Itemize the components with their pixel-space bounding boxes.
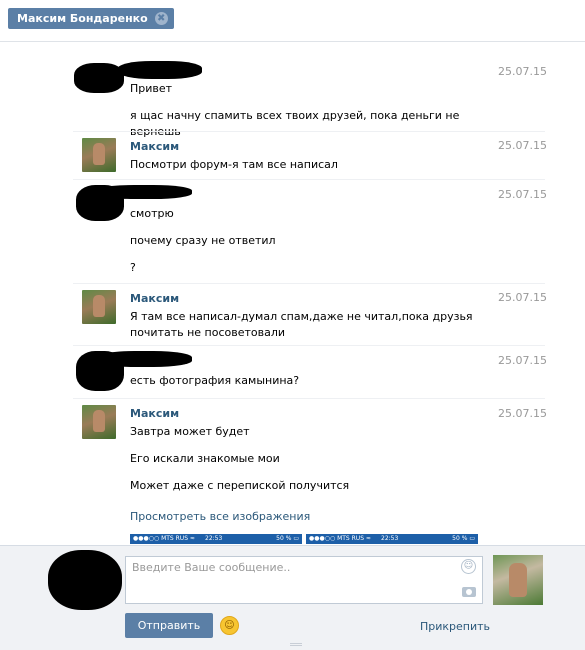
chat-tab-maksim[interactable]: Максим Бондаренко ✖ (8, 8, 174, 29)
resize-handle[interactable] (290, 643, 302, 646)
message-author[interactable]: Максим (130, 292, 179, 305)
message-text: Может даже с перепиской получится (130, 479, 350, 492)
close-icon[interactable]: ✖ (154, 12, 168, 25)
message-history[interactable]: 25.07.15 Привет я щас начну спамить всех… (0, 43, 585, 545)
avatar[interactable] (493, 555, 543, 605)
message-date: 25.07.15 (498, 65, 547, 78)
message-date: 25.07.15 (498, 139, 547, 152)
message-text: Посмотри форум-я там все написал (130, 158, 338, 171)
message-text: почему сразу не ответил (130, 234, 276, 247)
smile-icon[interactable]: ☺ (461, 559, 476, 574)
emoji-icon[interactable]: ☺ (220, 616, 239, 635)
view-all-images-link[interactable]: Просмотреть все изображения (130, 510, 310, 523)
message-divider (73, 131, 545, 132)
message-text: Я там все написал-думал спам,даже не чит… (130, 310, 473, 339)
camera-icon[interactable] (462, 587, 476, 597)
message-text: Завтра может будет (130, 425, 250, 438)
redacted-sender-avatar (48, 550, 122, 610)
message-date: 25.07.15 (498, 188, 547, 201)
redacted-author (96, 351, 192, 367)
avatar[interactable] (82, 405, 116, 439)
message-date: 25.07.15 (498, 407, 547, 420)
message-date: 25.07.15 (498, 291, 547, 304)
redacted-avatar (74, 63, 124, 93)
message-author[interactable]: Максим (130, 140, 179, 153)
message-text: Привет (130, 82, 173, 95)
photo-thumbnail[interactable]: ●●●○○ MTS RUS ≈ 22:53 50 % ▭ (130, 534, 302, 544)
attach-link[interactable]: Прикрепить (420, 620, 490, 633)
message-date: 25.07.15 (498, 354, 547, 367)
redacted-author (118, 61, 202, 79)
message-composer: Введите Ваше сообщение.. ☺ Отправить ☺ П… (0, 545, 585, 650)
message-divider (73, 283, 545, 284)
avatar[interactable] (82, 290, 116, 324)
send-button[interactable]: Отправить (125, 613, 213, 638)
message-divider (73, 345, 545, 346)
message-divider (73, 179, 545, 180)
photo-thumbnail[interactable]: ●●●○○ MTS RUS ≈ 22:53 50 % ▭ (306, 534, 478, 544)
avatar[interactable] (82, 138, 116, 172)
message-text: Его искали знакомые мои (130, 452, 280, 465)
message-text: ? (130, 261, 136, 274)
message-text: есть фотография камынина? (130, 374, 300, 387)
message-text: я щас начну спамить всех твоих друзей, п… (130, 109, 460, 138)
chat-tab-title: Максим Бондаренко (17, 12, 148, 25)
chat-tabs-bar: Максим Бондаренко ✖ (0, 0, 585, 42)
message-divider (73, 398, 545, 399)
message-input[interactable]: Введите Ваше сообщение.. (125, 556, 483, 604)
message-author[interactable]: Максим (130, 407, 179, 420)
redacted-author (96, 185, 192, 199)
message-text: смотрю (130, 207, 174, 220)
